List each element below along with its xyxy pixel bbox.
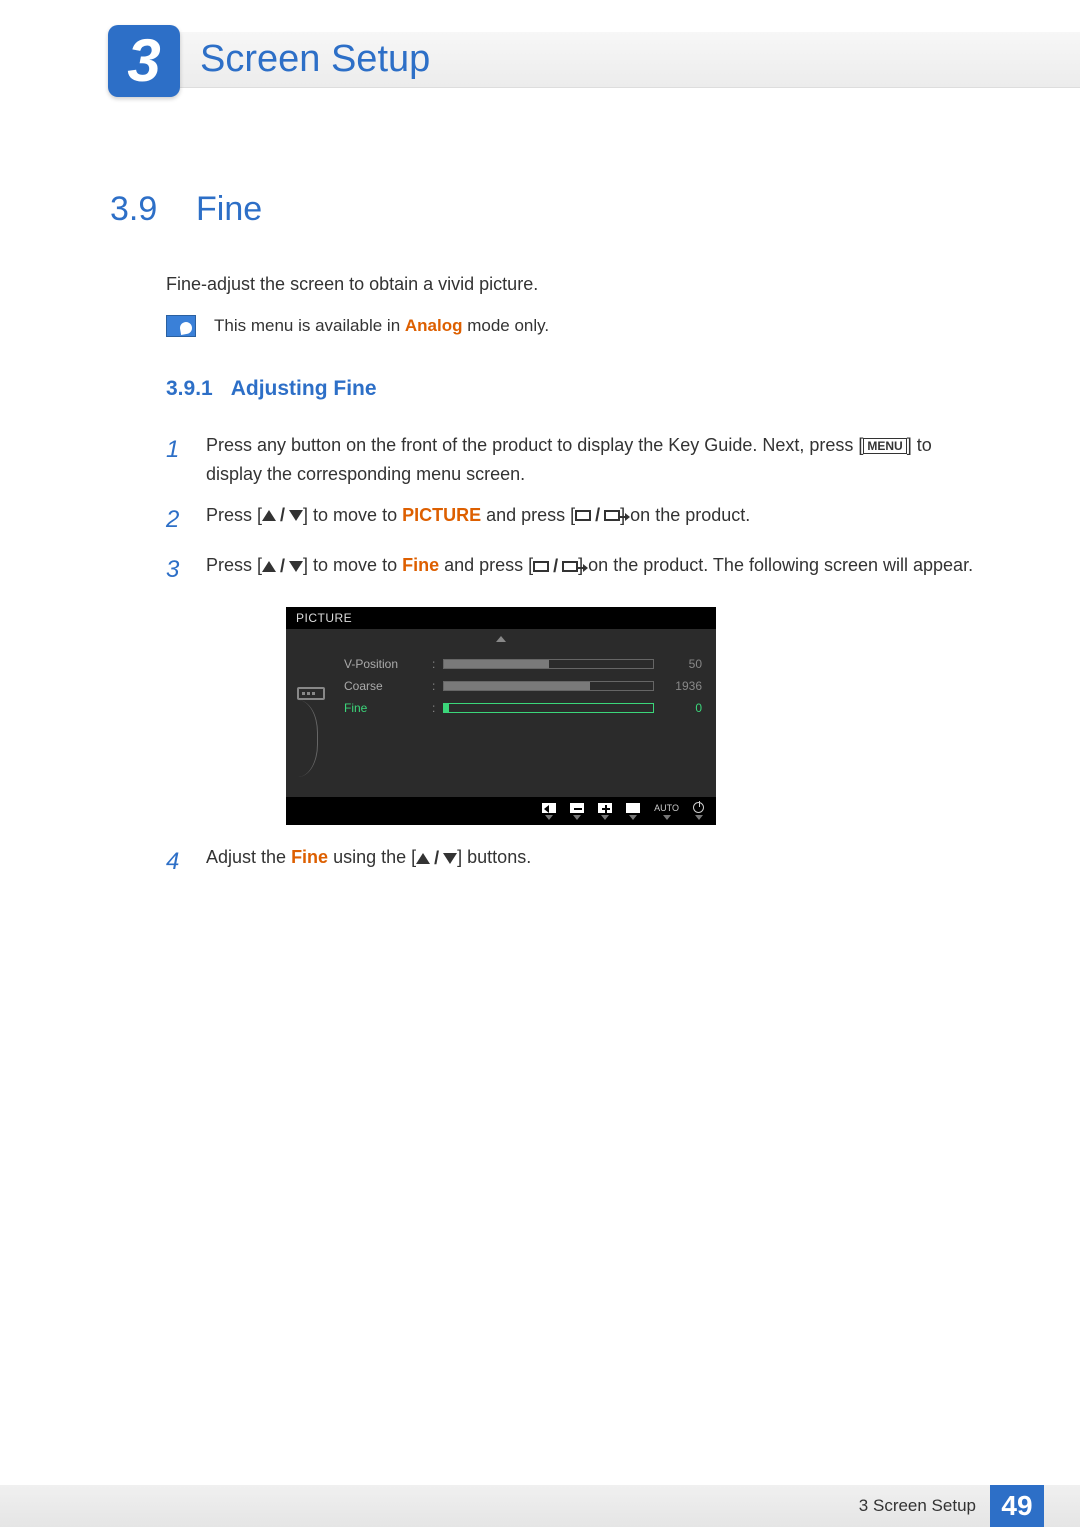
osd-bar [443,703,654,713]
triangle-down-icon [289,510,303,521]
osd-value: 1936 [662,679,702,693]
minus-icon [570,803,584,813]
triangle-up-icon [262,561,276,572]
up-down-icon: / [416,844,457,873]
triangle-down-icon [601,815,609,820]
step-body: Press [/] to move to Fine and press [/] … [206,551,980,589]
osd-fill [444,704,448,712]
section-heading: 3.9 Fine [110,190,980,229]
source-icon [575,510,591,521]
step-4: 4 Adjust the Fine using the [/] buttons. [166,843,980,881]
step-3: 3 Press [/] to move to Fine and press [/… [166,551,980,589]
back-icon [542,803,556,813]
osd-footer: AUTO [286,797,716,825]
note-icon [166,315,196,337]
step-num: 1 [166,431,188,489]
triangle-down-icon [695,815,703,820]
highlight-fine: Fine [291,847,328,867]
highlight-fine: Fine [402,555,439,575]
page-number: 49 [990,1485,1044,1527]
source-icon [533,561,549,572]
enter-icon [604,510,620,521]
osd-minus-button [570,803,584,820]
osd-label: Coarse [344,679,424,693]
triangle-down-icon [573,815,581,820]
osd-value-active: 0 [662,701,702,715]
footer: 3 Screen Setup 49 [0,1485,1080,1527]
triangle-up-icon [496,636,506,642]
osd-plus-button [598,803,612,820]
intro-text: Fine-adjust the screen to obtain a vivid… [166,274,980,295]
section-title: Fine [196,190,262,229]
osd-curve [298,700,318,778]
steps: 1 Press any button on the front of the p… [166,431,980,882]
osd-row-coarse: Coarse : 1936 [344,675,702,697]
content: 3.9 Fine Fine-adjust the screen to obtai… [110,190,980,894]
power-icon [693,802,704,813]
step-body: Press any button on the front of the pro… [206,431,980,489]
osd-scroll-up [286,629,716,647]
source-enter-icon: / [533,552,578,581]
step-num: 4 [166,843,188,881]
triangle-up-icon [416,853,430,864]
subsection-heading: 3.9.1 Adjusting Fine [166,377,980,401]
step-2: 2 Press [/] to move to PICTURE and press… [166,501,980,539]
osd-fill [444,660,548,668]
osd-fill [444,682,590,690]
source-enter-icon: / [575,501,620,530]
triangle-down-icon [629,815,637,820]
osd-title: PICTURE [286,607,716,629]
step-1: 1 Press any button on the front of the p… [166,431,980,489]
osd-label: V-Position [344,657,424,671]
osd-row-fine: Fine : 0 [344,697,702,719]
osd-auto-button: AUTO [654,803,679,820]
note-row: This menu is available in Analog mode on… [166,315,980,337]
step-body: Press [/] to move to PICTURE and press [… [206,501,980,539]
triangle-down-icon [663,815,671,820]
picture-category-icon [297,687,325,699]
step-body: Adjust the Fine using the [/] buttons. [206,843,980,881]
triangle-down-icon [545,815,553,820]
chapter-title: Screen Setup [200,38,430,81]
triangle-up-icon [262,510,276,521]
osd-screenshot: PICTURE V-Position : 50 [286,607,716,825]
osd-row-vposition: V-Position : 50 [344,653,702,675]
chapter-number: 3 [127,31,160,91]
footer-text: 3 Screen Setup [859,1496,976,1516]
auto-label: AUTO [654,803,679,813]
plus-icon [598,803,612,813]
triangle-down-icon [289,561,303,572]
osd-label-active: Fine [344,701,424,715]
osd-body: V-Position : 50 Coarse : 1936 Fine [286,647,716,797]
section-number: 3.9 [110,190,166,229]
subsection-title: Adjusting Fine [231,377,377,401]
enter-icon [626,803,640,813]
note-text: This menu is available in Analog mode on… [214,316,549,336]
osd-value: 50 [662,657,702,671]
osd-back-button [542,803,556,820]
osd-rows: V-Position : 50 Coarse : 1936 Fine [336,647,716,797]
osd-bar [443,681,654,691]
triangle-down-icon [443,853,457,864]
note-highlight: Analog [405,316,463,335]
osd-panel: PICTURE V-Position : 50 [286,607,716,825]
osd-side [286,647,336,797]
up-down-icon: / [262,501,303,530]
menu-button-label: MENU [863,438,906,454]
enter-icon [562,561,578,572]
chapter-badge: 3 [108,25,180,97]
step-num: 2 [166,501,188,539]
osd-power-button [693,802,704,820]
up-down-icon: / [262,552,303,581]
highlight-picture: PICTURE [402,505,481,525]
osd-enter-button [626,803,640,820]
osd-bar [443,659,654,669]
subsection-number: 3.9.1 [166,377,213,401]
step-num: 3 [166,551,188,589]
